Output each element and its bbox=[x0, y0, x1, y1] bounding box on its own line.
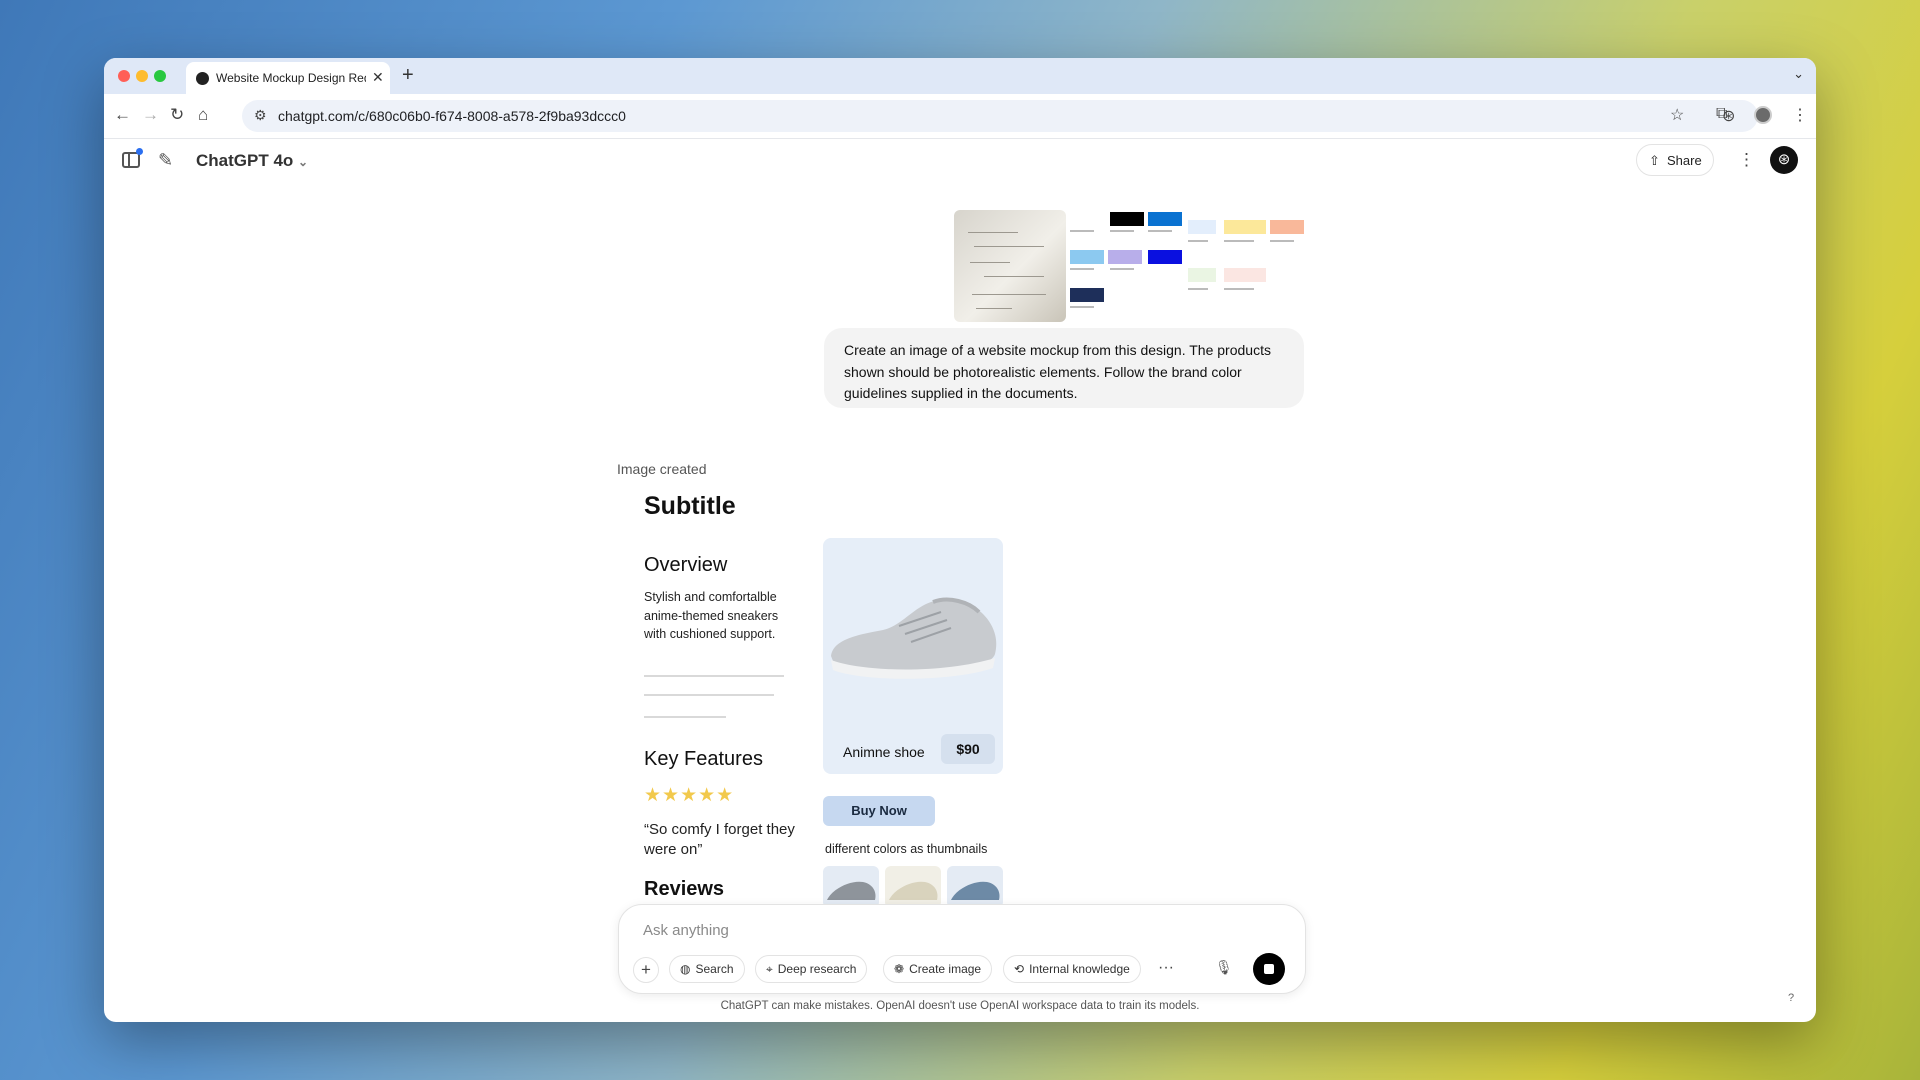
attachment-color-guide-1[interactable] bbox=[1070, 210, 1182, 322]
internal-knowledge-button[interactable]: ⟲ Internal knowledge bbox=[1003, 955, 1141, 983]
mockup-overview-heading: Overview bbox=[644, 554, 728, 576]
chevron-down-icon: ⌄ bbox=[298, 155, 309, 169]
thumbnails-label: different colors as thumbnails bbox=[825, 842, 988, 856]
internal-knowledge-label: Internal knowledge bbox=[1029, 962, 1130, 976]
color-swatch bbox=[1108, 250, 1142, 264]
create-image-button[interactable]: ❁ Create image bbox=[883, 955, 993, 983]
mockup-overview-text: Stylish and comfortalble anime-themed sn… bbox=[644, 590, 779, 641]
url-text[interactable]: chatgpt.com/c/680c06b0-f674-8008-a578-2f… bbox=[278, 108, 626, 124]
extensions-icon[interactable]: ⧉ bbox=[1716, 105, 1727, 123]
browser-toolbar: ← → ↻ ⌂ ⚙ chatgpt.com/c/680c06b0-f674-80… bbox=[104, 94, 1816, 139]
plus-icon[interactable]: + bbox=[633, 957, 659, 983]
globe-icon: ◍ bbox=[680, 962, 691, 976]
minimize-window-button[interactable] bbox=[136, 70, 148, 82]
composer: + ◍ Search ⌖ Deep research ❁ Create image ⟲… bbox=[618, 904, 1306, 994]
mockup-quote: “So comfy I forget they were on” bbox=[644, 821, 795, 858]
product-name: Animne shoe bbox=[843, 744, 925, 760]
profile-icon[interactable] bbox=[1754, 106, 1772, 124]
disclaimer: ChatGPT can make mistakes. OpenAI doesn'… bbox=[720, 1000, 1200, 1012]
reload-icon[interactable]: ↻ bbox=[170, 105, 184, 125]
browser-tab[interactable]: Website Mockup Design Req ✕ bbox=[186, 62, 390, 94]
mockup-reviews-heading: Reviews bbox=[644, 878, 725, 900]
color-thumbnail bbox=[947, 866, 1003, 908]
tab-strip: Website Mockup Design Req ✕ + ⌄ bbox=[104, 58, 1816, 94]
microphone-icon[interactable]: 🎙 bbox=[1215, 959, 1233, 976]
image-created-label: Image created bbox=[617, 461, 707, 477]
share-label: Share bbox=[1667, 153, 1702, 168]
star-rating-icon: ★★★★★ bbox=[644, 785, 735, 806]
new-tab-icon[interactable]: + bbox=[402, 64, 414, 87]
mockup-subtitle: Subtitle bbox=[644, 492, 736, 520]
color-swatch bbox=[1110, 212, 1144, 226]
color-thumbnail bbox=[885, 866, 941, 908]
model-label: ChatGPT 4o bbox=[196, 151, 294, 170]
deep-research-button[interactable]: ⌖ Deep research bbox=[755, 955, 868, 983]
telescope-icon: ⌖ bbox=[766, 962, 773, 976]
user-message-bubble: Create an image of a website mockup from… bbox=[824, 328, 1304, 408]
image-icon: ❁ bbox=[894, 962, 905, 976]
openai-logo-icon[interactable]: ⊛ bbox=[1770, 146, 1798, 174]
address-bar[interactable]: ⚙ chatgpt.com/c/680c06b0-f674-8008-a578-… bbox=[242, 100, 1758, 132]
maximize-window-button[interactable] bbox=[154, 70, 166, 82]
buy-now-button: Buy Now bbox=[823, 796, 935, 826]
placeholder-line bbox=[644, 675, 784, 677]
search-label: Search bbox=[695, 962, 734, 976]
prompt-input[interactable] bbox=[641, 917, 1285, 943]
attachment-color-guide-2[interactable] bbox=[1186, 210, 1304, 322]
tab-title: Website Mockup Design Req bbox=[216, 71, 366, 85]
home-icon[interactable]: ⌂ bbox=[198, 105, 208, 125]
site-settings-icon[interactable]: ⚙ bbox=[254, 107, 267, 124]
color-swatch bbox=[1188, 220, 1216, 234]
model-selector[interactable]: ChatGPT 4o ⌄ bbox=[196, 151, 308, 171]
openai-favicon-icon bbox=[196, 72, 209, 85]
tab-search-chevron-icon[interactable]: ⌄ bbox=[1793, 66, 1804, 82]
compose-icon[interactable]: ✎ bbox=[158, 150, 173, 171]
product-price: $90 bbox=[941, 734, 995, 764]
share-icon: ⇧ bbox=[1649, 153, 1660, 168]
color-swatch bbox=[1224, 220, 1266, 234]
color-swatch bbox=[1148, 212, 1182, 226]
more-tools-icon[interactable]: ··· bbox=[1153, 957, 1179, 983]
color-swatch bbox=[1270, 220, 1304, 234]
placeholder-line bbox=[644, 694, 774, 696]
sneaker-image bbox=[831, 597, 997, 679]
search-button[interactable]: ◍ Search bbox=[669, 955, 745, 983]
color-swatch bbox=[1148, 250, 1182, 264]
create-image-label: Create image bbox=[909, 962, 982, 976]
stop-icon[interactable] bbox=[1253, 953, 1285, 985]
close-tab-icon[interactable]: ✕ bbox=[372, 69, 384, 86]
share-button[interactable]: ⇧ Share bbox=[1636, 144, 1714, 176]
product-card: Animne shoe $90 bbox=[823, 538, 1003, 774]
forward-icon[interactable]: → bbox=[142, 105, 159, 125]
close-window-button[interactable] bbox=[118, 70, 130, 82]
back-icon[interactable]: ← bbox=[114, 105, 131, 125]
color-swatch bbox=[1224, 268, 1266, 282]
color-thumbnail bbox=[823, 866, 879, 908]
generated-mockup-image[interactable]: Subtitle Overview Stylish and comfortalb… bbox=[617, 478, 1117, 958]
browser-window: Website Mockup Design Req ✕ + ⌄ ← → ↻ ⌂ … bbox=[104, 58, 1816, 1022]
more-icon[interactable]: ⋮ bbox=[1738, 150, 1755, 170]
app-header: ✎ ChatGPT 4o ⌄ ⇧ Share ⋮ ⊛ bbox=[104, 138, 1816, 194]
help-icon[interactable]: ? bbox=[1788, 992, 1794, 1004]
attachment-sketch-image[interactable] bbox=[954, 210, 1066, 322]
star-icon[interactable]: ☆ bbox=[1670, 105, 1684, 125]
knowledge-icon: ⟲ bbox=[1014, 962, 1025, 976]
menu-icon[interactable]: ⋮ bbox=[1792, 105, 1808, 125]
color-swatch bbox=[1188, 268, 1216, 282]
color-swatch bbox=[1070, 250, 1104, 264]
mockup-features-heading: Key Features bbox=[644, 748, 763, 770]
user-message-text: Create an image of a website mockup from… bbox=[844, 342, 1271, 401]
deep-research-label: Deep research bbox=[777, 962, 857, 976]
color-swatch bbox=[1070, 288, 1104, 302]
notification-dot bbox=[136, 148, 143, 155]
placeholder-line bbox=[644, 716, 726, 718]
